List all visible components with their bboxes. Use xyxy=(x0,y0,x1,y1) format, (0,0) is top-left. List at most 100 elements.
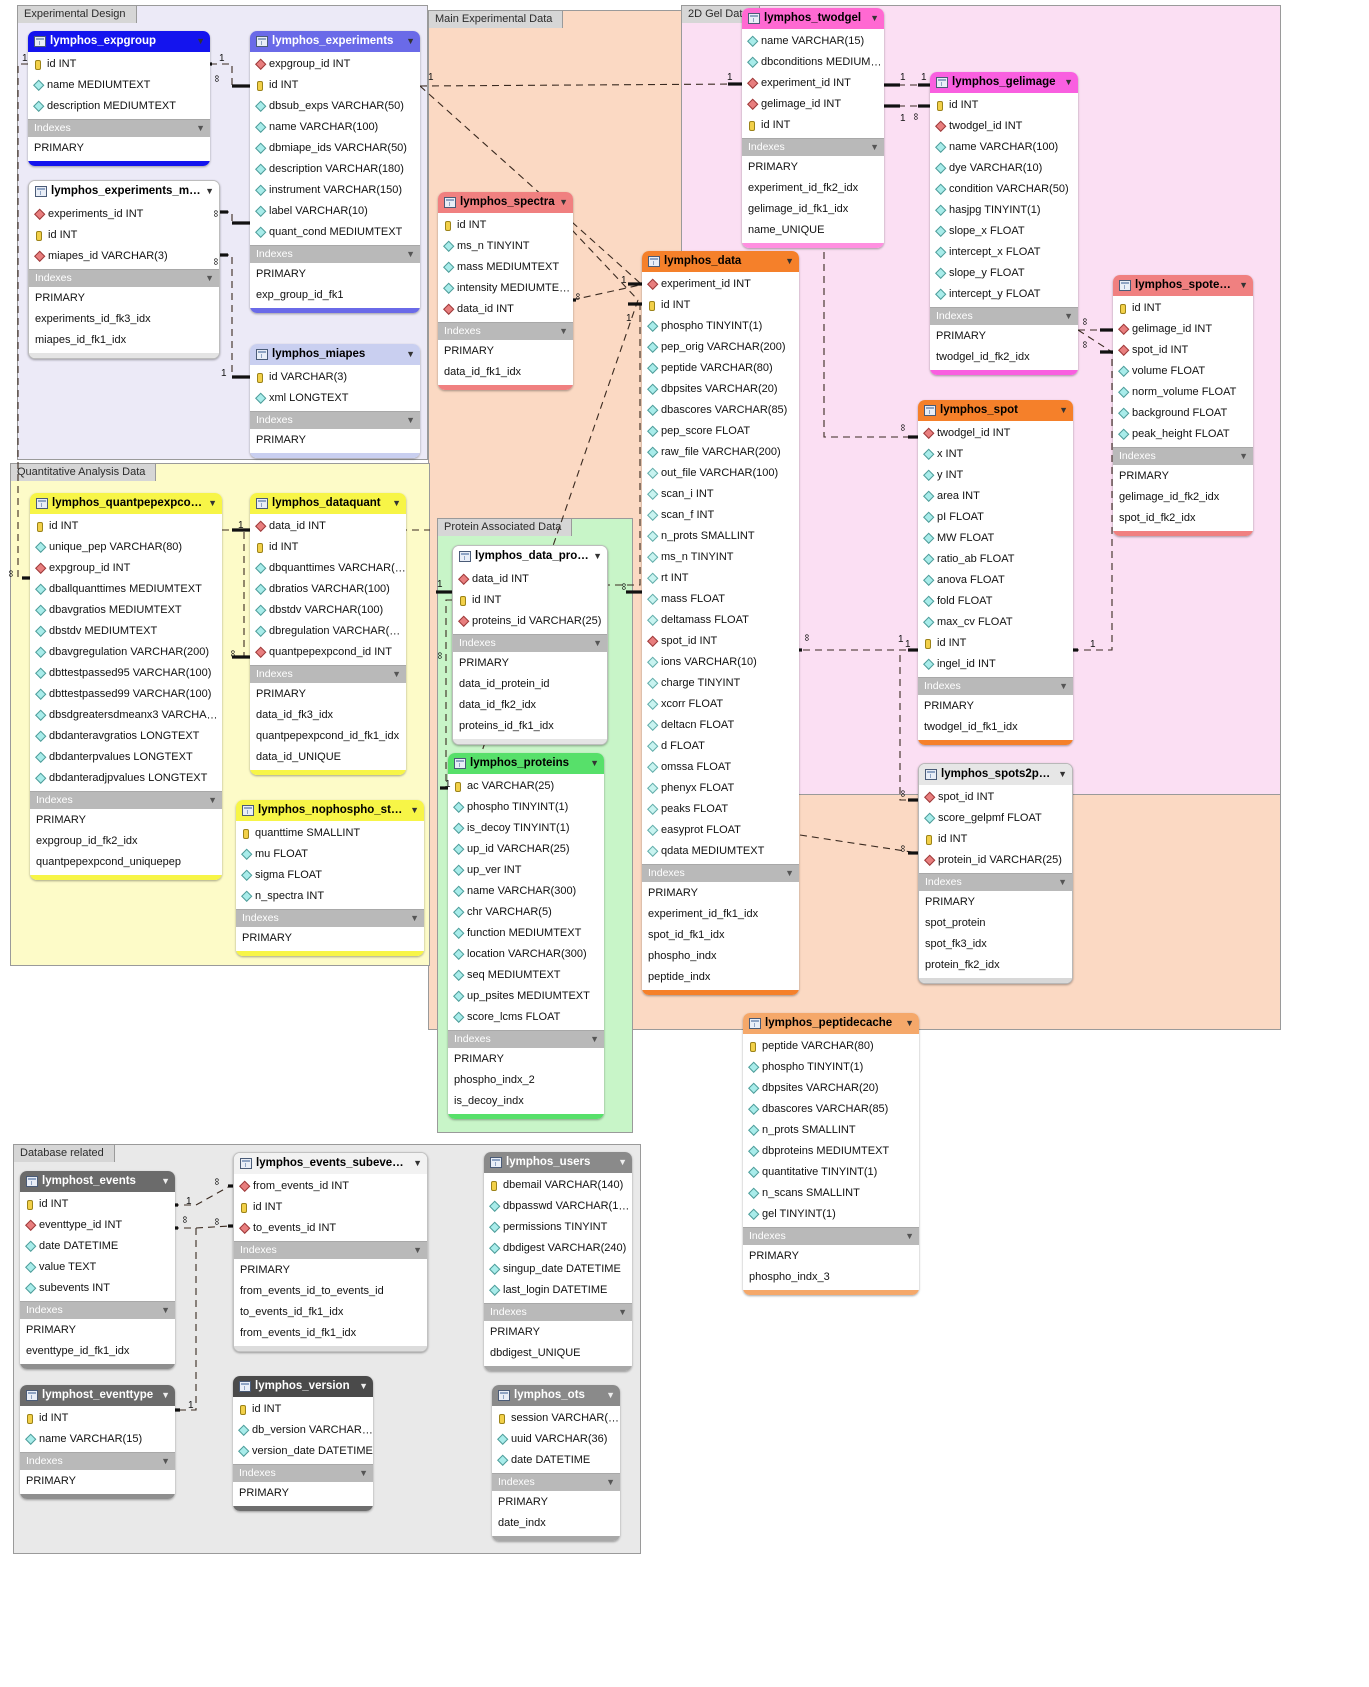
table-header[interactable]: lymphos_ots ▼ xyxy=(492,1385,620,1406)
table-header[interactable]: lymphost_events ▼ xyxy=(20,1171,175,1192)
chevron-down-icon[interactable]: ▼ xyxy=(781,251,794,272)
indexes-header[interactable]: Indexes ▼ xyxy=(484,1303,632,1321)
chevron-down-icon[interactable]: ▼ xyxy=(161,1302,170,1319)
table-header[interactable]: lymphos_experiments_mi... ▼ xyxy=(29,181,219,202)
table-lymphos-miapes[interactable]: lymphos_miapes ▼ id VARCHAR(3) xml LONGT… xyxy=(250,344,420,458)
table-header[interactable]: lymphos_version ▼ xyxy=(233,1376,373,1397)
table-lymphos-experiments-miapes[interactable]: lymphos_experiments_mi... ▼ experiments_… xyxy=(28,180,220,359)
chevron-down-icon[interactable]: ▼ xyxy=(402,344,415,365)
indexes-header[interactable]: Indexes ▼ xyxy=(930,307,1078,325)
table-header[interactable]: lymphos_data_prote... ▼ xyxy=(453,546,607,567)
table-lymphost-eventtype[interactable]: lymphost_eventtype ▼ id INT name VARCHAR… xyxy=(20,1385,175,1499)
chevron-down-icon[interactable]: ▼ xyxy=(161,1453,170,1470)
chevron-down-icon[interactable]: ▼ xyxy=(593,635,602,652)
table-header[interactable]: lymphos_nophospho_stats ▼ xyxy=(236,800,424,821)
table-lymphos-spot[interactable]: lymphos_spot ▼ twodgel_id INT x INT y INT a… xyxy=(918,400,1073,745)
indexes-header[interactable]: Indexes ▼ xyxy=(453,634,607,652)
indexes-header[interactable]: Indexes ▼ xyxy=(250,411,420,429)
table-lymphos-expgroup[interactable]: lymphos_expgroup ▼ id INT name MEDIUMTEX… xyxy=(28,31,210,166)
chevron-down-icon[interactable]: ▼ xyxy=(208,792,217,809)
indexes-header[interactable]: Indexes ▼ xyxy=(30,791,222,809)
chevron-down-icon[interactable]: ▼ xyxy=(1235,275,1248,296)
chevron-down-icon[interactable]: ▼ xyxy=(406,800,419,821)
chevron-down-icon[interactable]: ▼ xyxy=(589,546,602,567)
table-lymphos-experiments[interactable]: lymphos_experiments ▼ expgroup_id INT id… xyxy=(250,31,420,313)
table-header[interactable]: lymphos_expgroup ▼ xyxy=(28,31,210,52)
chevron-down-icon[interactable]: ▼ xyxy=(388,493,401,514)
table-header[interactable]: lymphos_peptidecache ▼ xyxy=(743,1013,919,1034)
chevron-down-icon[interactable]: ▼ xyxy=(410,910,419,927)
table-lymphos-users[interactable]: lymphos_users ▼ dbemail VARCHAR(140) dbpa… xyxy=(484,1152,632,1371)
chevron-down-icon[interactable]: ▼ xyxy=(1058,874,1067,891)
table-lymphos-ots[interactable]: lymphos_ots ▼ session VARCHAR(32) uuid V… xyxy=(492,1385,620,1541)
chevron-down-icon[interactable]: ▼ xyxy=(402,31,415,52)
chevron-down-icon[interactable]: ▼ xyxy=(409,1153,422,1174)
indexes-header[interactable]: Indexes ▼ xyxy=(642,864,799,882)
table-lymphos-data[interactable]: lymphos_data ▼ experiment_id INT id INT ph… xyxy=(642,251,799,995)
chevron-down-icon[interactable]: ▼ xyxy=(606,1474,615,1491)
indexes-header[interactable]: Indexes ▼ xyxy=(743,1227,919,1245)
chevron-down-icon[interactable]: ▼ xyxy=(192,31,205,52)
indexes-header[interactable]: Indexes ▼ xyxy=(492,1473,620,1491)
chevron-down-icon[interactable]: ▼ xyxy=(1055,400,1068,421)
indexes-header[interactable]: Indexes ▼ xyxy=(20,1301,175,1319)
chevron-down-icon[interactable]: ▼ xyxy=(157,1171,170,1192)
chevron-down-icon[interactable]: ▼ xyxy=(359,1465,368,1482)
table-header[interactable]: lymphos_spot ▼ xyxy=(918,400,1073,421)
chevron-down-icon[interactable]: ▼ xyxy=(555,192,568,213)
table-lymphos-spots2proteins[interactable]: lymphos_spots2pro... ▼ spot_id INT score… xyxy=(918,763,1073,984)
table-header[interactable]: lymphos_gelimage ▼ xyxy=(930,72,1078,93)
table-lymphos-version[interactable]: lymphos_version ▼ id INT db_version VARC… xyxy=(233,1376,373,1511)
indexes-header[interactable]: Indexes ▼ xyxy=(919,873,1072,891)
table-lymphos-events-subevents[interactable]: lymphos_events_subevents ▼ from_events_i… xyxy=(233,1152,428,1352)
chevron-down-icon[interactable]: ▼ xyxy=(866,8,879,29)
table-header[interactable]: lymphos_twodgel ▼ xyxy=(742,8,884,29)
table-lymphos-peptidecache[interactable]: lymphos_peptidecache ▼ peptide VARCHAR(8… xyxy=(743,1013,919,1295)
chevron-down-icon[interactable]: ▼ xyxy=(901,1013,914,1034)
indexes-header[interactable]: Indexes ▼ xyxy=(250,665,406,683)
chevron-down-icon[interactable]: ▼ xyxy=(614,1152,627,1173)
chevron-down-icon[interactable]: ▼ xyxy=(413,1242,422,1259)
indexes-header[interactable]: Indexes ▼ xyxy=(234,1241,427,1259)
chevron-down-icon[interactable]: ▼ xyxy=(196,120,205,137)
table-lymphost-events[interactable]: lymphost_events ▼ id INT eventtype_id IN… xyxy=(20,1171,175,1369)
chevron-down-icon[interactable]: ▼ xyxy=(406,412,415,429)
chevron-down-icon[interactable]: ▼ xyxy=(586,753,599,774)
indexes-header[interactable]: Indexes ▼ xyxy=(28,119,210,137)
table-header[interactable]: lymphos_quantpepexpcond ▼ xyxy=(30,493,222,514)
table-header[interactable]: lymphos_spotextra ▼ xyxy=(1113,275,1253,296)
chevron-down-icon[interactable]: ▼ xyxy=(785,865,794,882)
chevron-down-icon[interactable]: ▼ xyxy=(618,1304,627,1321)
chevron-down-icon[interactable]: ▼ xyxy=(559,323,568,340)
table-header[interactable]: lymphos_users ▼ xyxy=(484,1152,632,1173)
indexes-header[interactable]: Indexes ▼ xyxy=(918,677,1073,695)
chevron-down-icon[interactable]: ▼ xyxy=(205,270,214,287)
table-header[interactable]: lymphos_spectra ▼ xyxy=(438,192,573,213)
table-header[interactable]: lymphos_spots2pro... ▼ xyxy=(919,764,1072,785)
table-header[interactable]: lymphos_dataquant ▼ xyxy=(250,493,406,514)
indexes-header[interactable]: Indexes ▼ xyxy=(438,322,573,340)
indexes-header[interactable]: Indexes ▼ xyxy=(250,245,420,263)
chevron-down-icon[interactable]: ▼ xyxy=(590,1031,599,1048)
table-header[interactable]: lymphost_eventtype ▼ xyxy=(20,1385,175,1406)
table-lymphos-dataquant[interactable]: lymphos_dataquant ▼ data_id INT id INT dbq… xyxy=(250,493,406,775)
chevron-down-icon[interactable]: ▼ xyxy=(1059,678,1068,695)
chevron-down-icon[interactable]: ▼ xyxy=(602,1385,615,1406)
chevron-down-icon[interactable]: ▼ xyxy=(204,493,217,514)
indexes-header[interactable]: Indexes ▼ xyxy=(29,269,219,287)
chevron-down-icon[interactable]: ▼ xyxy=(1054,764,1067,785)
table-header[interactable]: lymphos_miapes ▼ xyxy=(250,344,420,365)
table-lymphos-data-proteins[interactable]: lymphos_data_prote... ▼ data_id INT id I… xyxy=(452,545,608,745)
table-header[interactable]: lymphos_experiments ▼ xyxy=(250,31,420,52)
chevron-down-icon[interactable]: ▼ xyxy=(392,666,401,683)
chevron-down-icon[interactable]: ▼ xyxy=(406,246,415,263)
table-lymphos-proteins[interactable]: lymphos_proteins ▼ ac VARCHAR(25) phospho… xyxy=(448,753,604,1119)
table-lymphos-spotextra[interactable]: lymphos_spotextra ▼ id INT gelimage_id IN… xyxy=(1113,275,1253,536)
table-lymphos-twodgel[interactable]: lymphos_twodgel ▼ name VARCHAR(15) dbcon… xyxy=(742,8,884,248)
indexes-header[interactable]: Indexes ▼ xyxy=(742,138,884,156)
indexes-header[interactable]: Indexes ▼ xyxy=(233,1464,373,1482)
chevron-down-icon[interactable]: ▼ xyxy=(201,181,214,202)
indexes-header[interactable]: Indexes ▼ xyxy=(1113,447,1253,465)
table-lymphos-gelimage[interactable]: lymphos_gelimage ▼ id INT twodgel_id INT n… xyxy=(930,72,1078,375)
table-lymphos-quantpepexpcond[interactable]: lymphos_quantpepexpcond ▼ id INT unique_p… xyxy=(30,493,222,880)
